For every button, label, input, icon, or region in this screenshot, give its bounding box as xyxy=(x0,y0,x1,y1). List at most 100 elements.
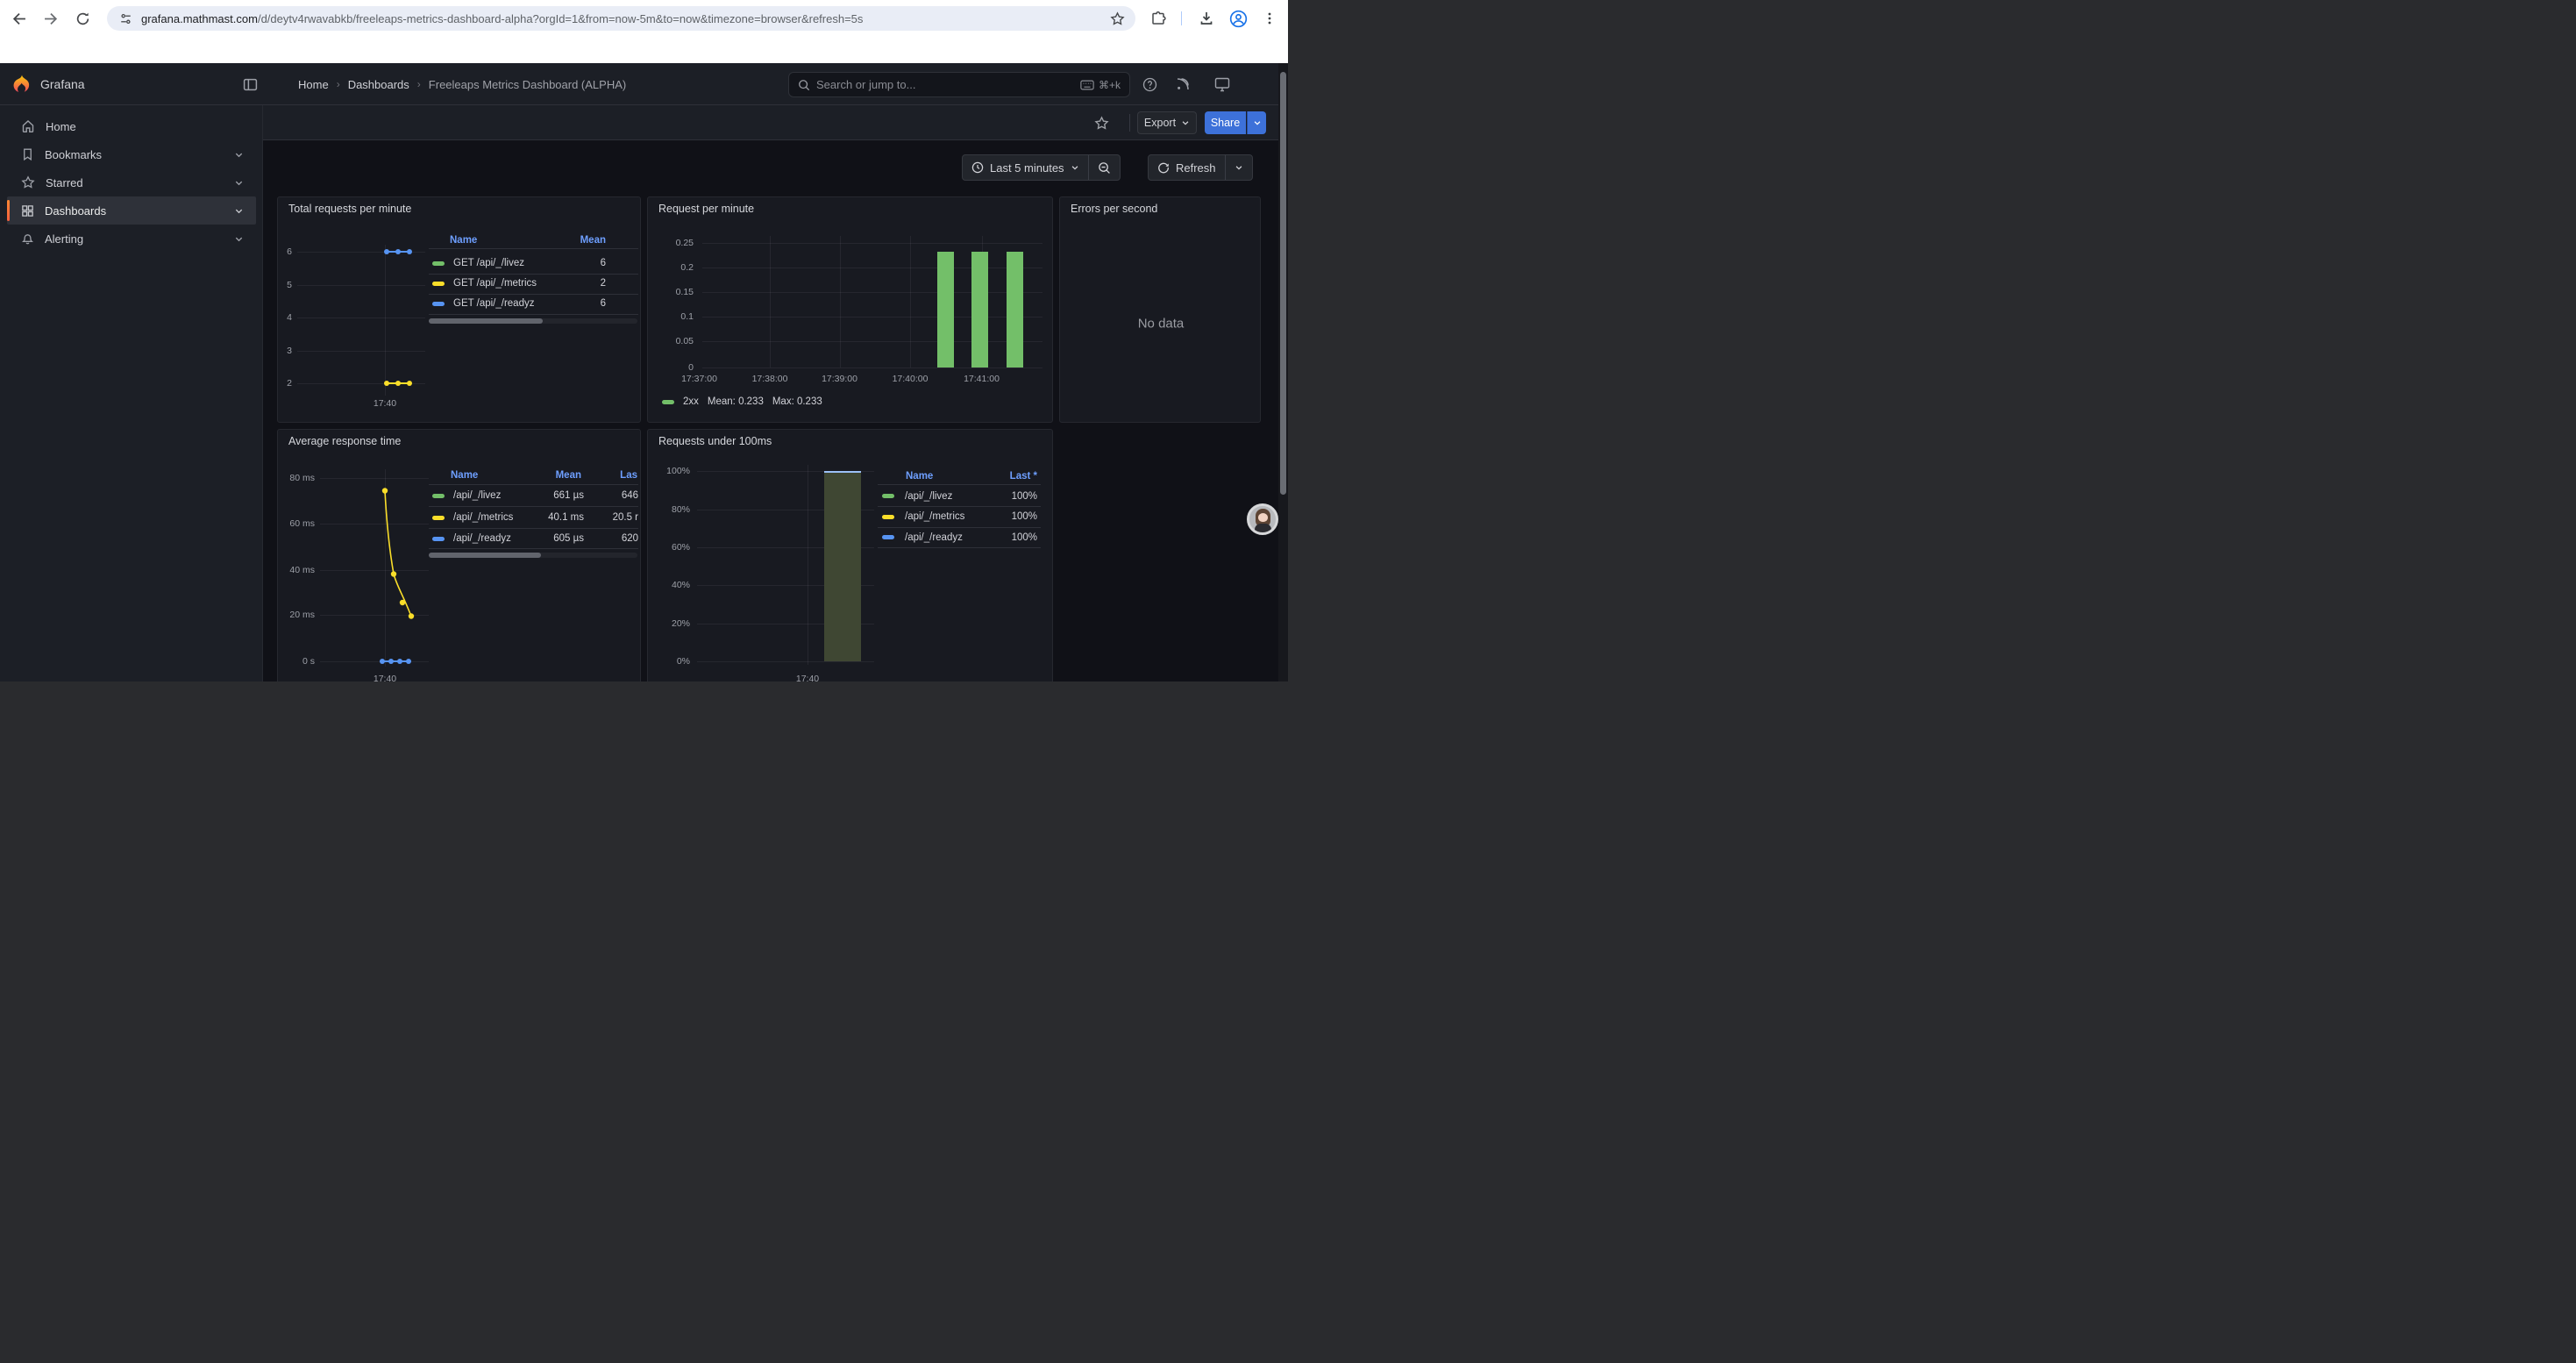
legend-header-last[interactable]: Last * xyxy=(967,471,1037,482)
y-tick: 0.05 xyxy=(650,336,694,346)
series-swatch xyxy=(882,515,894,519)
series-swatch xyxy=(882,535,894,539)
grafana-logo[interactable] xyxy=(11,74,32,95)
search-input[interactable]: Search or jump to... ⌘+k xyxy=(788,72,1130,97)
breadcrumb-home[interactable]: Home xyxy=(298,78,329,91)
legend-scrollbar[interactable] xyxy=(429,318,637,324)
bar-2xx xyxy=(971,252,988,368)
legend-name[interactable]: 2xx xyxy=(683,396,699,407)
sidebar-item-starred[interactable]: Starred xyxy=(7,168,256,196)
legend-header-name[interactable]: Name xyxy=(906,471,933,482)
gridline xyxy=(297,351,425,352)
legend-name[interactable]: /api/_/readyz xyxy=(905,532,963,543)
panel-request-per-minute: Request per minute 0.25 0.2 0.15 0.1 0.0… xyxy=(647,196,1053,423)
legend-row[interactable]: GET /api/_/livez 6 xyxy=(432,257,638,269)
panel-title[interactable]: Errors per second xyxy=(1071,203,1157,215)
y-tick: 0 s xyxy=(280,656,315,667)
chevron-down-icon[interactable] xyxy=(234,206,244,216)
x-tick: 17:40 xyxy=(374,674,396,682)
legend-name[interactable]: /api/_/metrics xyxy=(905,511,964,522)
legend-row[interactable]: 2xx Mean: 0.233 Max: 0.233 xyxy=(662,396,1039,408)
download-icon[interactable] xyxy=(1196,1,1217,36)
panel-title[interactable]: Total requests per minute xyxy=(288,203,411,215)
chevron-down-icon xyxy=(1253,118,1262,127)
legend-scrollbar[interactable] xyxy=(429,553,637,558)
legend-header-name[interactable]: Name xyxy=(451,470,478,481)
browser-menu-icon[interactable] xyxy=(1261,1,1278,36)
news-rss-icon[interactable] xyxy=(1171,63,1195,105)
legend-name[interactable]: GET /api/_/livez xyxy=(453,258,524,268)
legend-divider xyxy=(429,294,638,295)
sidebar-item-alerting[interactable]: Alerting xyxy=(7,225,256,253)
legend-divider xyxy=(429,506,638,507)
refresh-button[interactable]: Refresh xyxy=(1149,155,1225,180)
legend-mean: 6 xyxy=(601,298,606,309)
refresh-interval-picker[interactable] xyxy=(1226,155,1252,180)
legend-header-mean[interactable]: Mean xyxy=(511,470,581,481)
monitor-icon[interactable] xyxy=(1210,63,1235,105)
breadcrumb-dashboards[interactable]: Dashboards xyxy=(348,78,409,91)
y-tick: 0 xyxy=(650,362,694,373)
legend-last: 100% xyxy=(1012,491,1037,502)
chevron-down-icon[interactable] xyxy=(234,150,244,160)
legend-last: 100% xyxy=(1012,511,1037,522)
avatar-graphic xyxy=(1258,513,1268,522)
home-icon xyxy=(21,119,35,133)
legend-header-last[interactable]: Las xyxy=(590,470,637,481)
legend-name[interactable]: /api/_/readyz xyxy=(453,533,511,544)
extensions-icon[interactable] xyxy=(1148,1,1169,36)
reload-icon[interactable] xyxy=(74,1,91,36)
dock-menu-icon[interactable] xyxy=(238,67,261,102)
x-tick: 17:41:00 xyxy=(964,374,1000,384)
legend-row[interactable]: /api/_/livez 100% xyxy=(882,490,1037,503)
x-tick: 17:40 xyxy=(374,398,396,409)
chevron-down-icon[interactable] xyxy=(234,178,244,188)
legend-name[interactable]: /api/_/metrics xyxy=(453,512,513,523)
legend-row[interactable]: /api/_/metrics 40.1 ms 20.5 r xyxy=(432,511,638,524)
page-scrollbar[interactable] xyxy=(1278,63,1288,682)
panel-title[interactable]: Average response time xyxy=(288,435,401,447)
legend-header-mean[interactable]: Mean xyxy=(518,235,606,246)
sidebar-item-home[interactable]: Home xyxy=(7,112,256,140)
sidebar-item-bookmarks[interactable]: Bookmarks xyxy=(7,140,256,168)
legend-row[interactable]: GET /api/_/metrics 2 xyxy=(432,277,638,289)
legend-row[interactable]: GET /api/_/readyz 6 xyxy=(432,297,638,310)
refresh-controls: Refresh xyxy=(1148,154,1253,181)
legend-row[interactable]: /api/_/readyz 605 µs 620 xyxy=(432,532,638,545)
share-button[interactable]: Share xyxy=(1205,111,1246,134)
legend-name[interactable]: GET /api/_/readyz xyxy=(453,298,534,309)
bookmarks-bar: Freeleaps 收藏博客 xyxy=(0,37,1288,63)
address-bar[interactable]: grafana.mathmast.com/d/deytv4rwavabkb/fr… xyxy=(107,6,1135,31)
time-range-picker[interactable]: Last 5 minutes xyxy=(963,155,1088,180)
legend-row[interactable]: /api/_/metrics 100% xyxy=(882,510,1037,523)
bookmark-star-icon[interactable] xyxy=(1110,11,1125,26)
site-settings-icon[interactable] xyxy=(119,12,132,25)
sidebar-item-dashboards[interactable]: Dashboards xyxy=(7,196,256,225)
y-tick: 60% xyxy=(651,542,690,553)
chevron-down-icon[interactable] xyxy=(234,234,244,244)
url-text: grafana.mathmast.com/d/deytv4rwavabkb/fr… xyxy=(141,12,1110,25)
export-button[interactable]: Export xyxy=(1137,111,1197,134)
back-icon[interactable] xyxy=(10,1,27,36)
legend-row[interactable]: /api/_/readyz 100% xyxy=(882,532,1037,544)
forward-icon[interactable] xyxy=(42,1,60,36)
favorite-star-icon[interactable] xyxy=(1091,105,1112,140)
grafana-brand[interactable]: Grafana xyxy=(40,63,85,105)
series-swatch xyxy=(662,400,674,404)
help-icon[interactable] xyxy=(1137,63,1162,105)
profile-icon[interactable] xyxy=(1228,1,1249,36)
legend-name[interactable]: GET /api/_/metrics xyxy=(453,278,537,289)
legend-divider xyxy=(878,484,1041,485)
panel-title[interactable]: Requests under 100ms xyxy=(658,435,772,447)
share-menu-button[interactable] xyxy=(1247,111,1266,134)
legend-name[interactable]: /api/_/livez xyxy=(905,491,952,502)
data-point xyxy=(395,249,401,254)
data-point xyxy=(407,381,412,386)
floating-assistant-avatar[interactable] xyxy=(1247,503,1278,535)
legend-name[interactable]: /api/_/livez xyxy=(453,490,501,501)
zoom-out-button[interactable] xyxy=(1089,155,1120,180)
legend-row[interactable]: /api/_/livez 661 µs 646 xyxy=(432,489,638,502)
legend-header-name[interactable]: Name xyxy=(450,235,477,246)
panel-title[interactable]: Request per minute xyxy=(658,203,754,215)
scrollbar-thumb[interactable] xyxy=(1280,72,1286,495)
